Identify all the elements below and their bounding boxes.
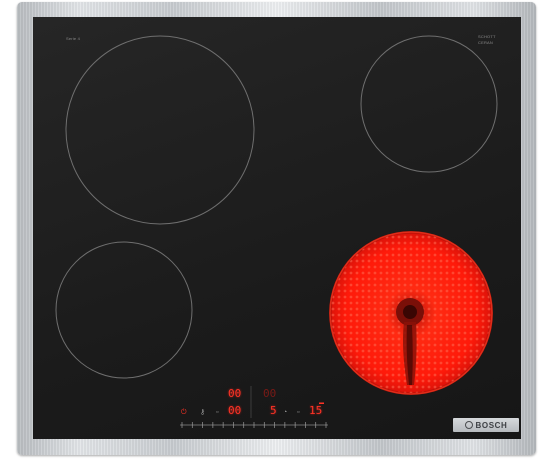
model-mark: Serie 4 [66,36,81,41]
glass-rating-line-1: SCHOTT [478,34,496,39]
power-icon[interactable]: ⏻ [181,409,187,416]
cooking-zone-rear-left [65,35,255,225]
zone-select-right-icon[interactable]: ▫ [297,409,299,416]
childlock-icon[interactable]: ⚷ [200,409,205,416]
bosch-armature-icon [464,421,473,429]
power-slider[interactable] [180,422,328,428]
timer-icon[interactable]: ◔ [283,409,287,416]
cooking-zone-front-right [329,231,493,395]
bosch-logo-plate: BOSCH [453,418,519,432]
cooktop-graphics [55,35,498,428]
front-left-zone-display[interactable]: 00 [228,405,241,416]
cooking-zone-rear-right [360,35,498,173]
rear-left-zone-display[interactable]: 00 [228,388,241,399]
front-right-zone-display[interactable]: 5 [270,405,277,416]
timer-indicator-icon: ▬ [319,400,324,406]
cooking-zone-front-left [55,241,193,379]
zone-select-icon[interactable]: ▫ [216,409,218,416]
glass-rating-line-2: CERAN [478,40,494,45]
rear-right-zone-display[interactable]: 00 [263,388,276,399]
brand-name: BOSCH [475,420,508,430]
